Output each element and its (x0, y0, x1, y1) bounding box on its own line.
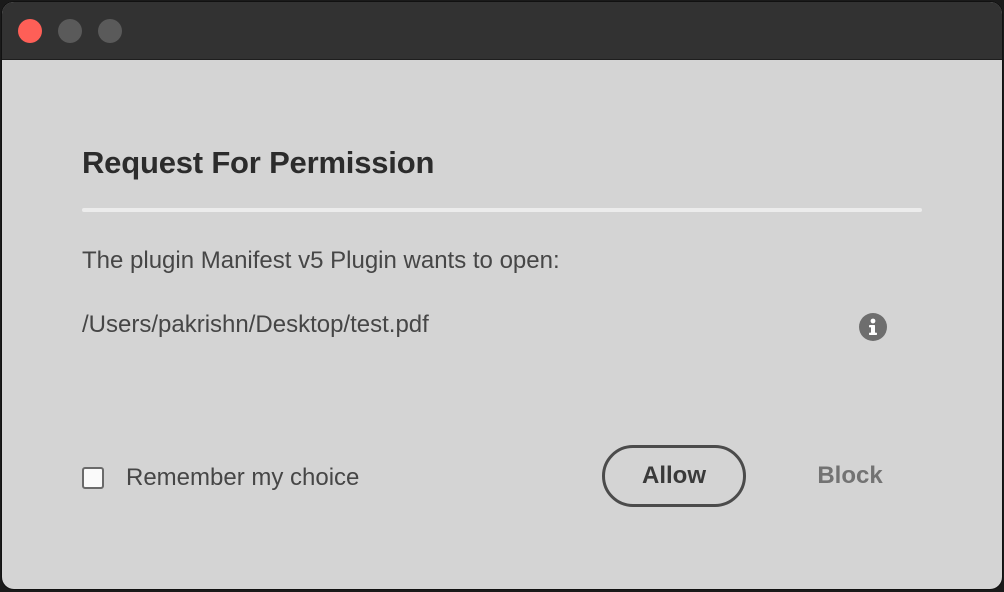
close-window-button[interactable] (18, 19, 42, 43)
remember-choice-label[interactable]: Remember my choice (126, 464, 359, 492)
permission-dialog-window: Request For Permission The plugin Manife… (2, 2, 1002, 589)
remember-choice-checkbox[interactable] (82, 467, 104, 489)
zoom-window-button[interactable] (98, 19, 122, 43)
allow-button[interactable]: Allow (602, 445, 746, 507)
file-path: /Users/pakrishn/Desktop/test.pdf (82, 311, 429, 338)
remember-choice-control[interactable]: Remember my choice (82, 462, 359, 494)
permission-message: The plugin Manifest v5 Plugin wants to o… (82, 247, 560, 274)
title-divider (82, 208, 922, 212)
dialog-title: Request For Permission (82, 145, 435, 180)
info-icon[interactable] (859, 313, 887, 341)
title-bar (2, 2, 1002, 60)
minimize-window-button[interactable] (58, 19, 82, 43)
block-button[interactable]: Block (792, 445, 908, 507)
